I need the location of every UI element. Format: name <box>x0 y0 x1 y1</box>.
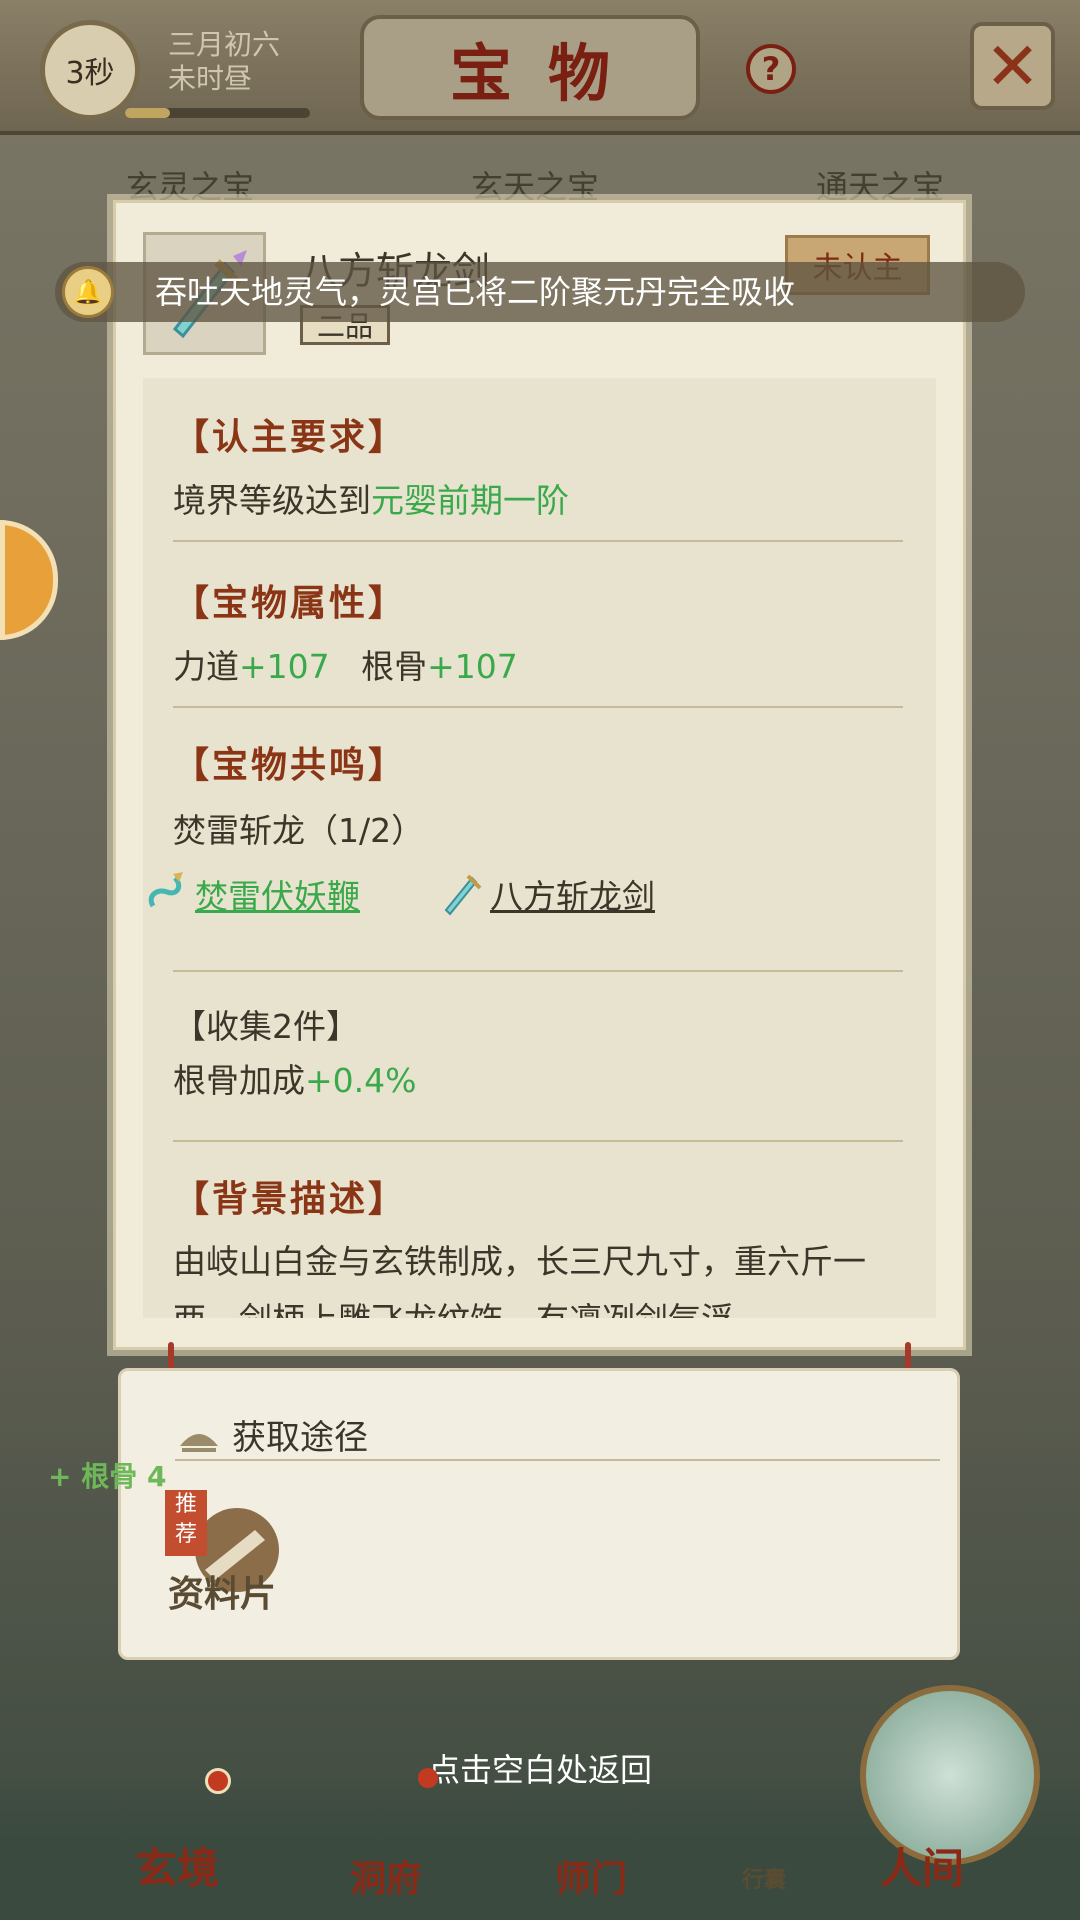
game-date: 三月初六 未时昼 <box>168 28 280 96</box>
attributes-title: 【宝物属性】 <box>173 582 408 624</box>
detail-scroll-area[interactable]: 【认主要求】 境界等级达到元婴前期一阶 【宝物属性】 力道+107 根骨+107… <box>143 378 936 1318</box>
attr-1-name: 力道 <box>173 647 239 686</box>
requirement-prefix: 境界等级达到 <box>173 481 371 520</box>
notification-dot <box>418 1768 438 1788</box>
resonance-link-whip[interactable]: 焚雷伏妖鞭 <box>195 870 360 918</box>
divider <box>175 1459 940 1461</box>
date-line-2: 未时昼 <box>168 62 253 95</box>
bowl-icon <box>180 1434 218 1452</box>
attr-1-value: +107 <box>239 647 330 686</box>
timer-badge: 3秒 <box>40 20 140 120</box>
nav-dongfu[interactable]: 洞府 <box>350 1850 422 1902</box>
background-title: 【背景描述】 <box>173 1178 408 1220</box>
divider <box>173 540 903 542</box>
close-button[interactable]: ✕ <box>970 22 1055 110</box>
nav-shimen[interactable]: 师门 <box>555 1850 627 1902</box>
notification-text: 吞吐天地灵气，灵宫已将二阶聚元丹完全吸收 <box>155 273 796 311</box>
divider <box>173 706 903 708</box>
date-line-1: 三月初六 <box>168 28 281 61</box>
nav-xuanjing[interactable]: 玄境 <box>135 1835 219 1896</box>
whip-icon <box>148 872 183 908</box>
attr-2-name: 根骨 <box>361 647 428 686</box>
requirement-level: 元婴前期一阶 <box>371 481 569 520</box>
nav-xingnang[interactable]: 行囊 <box>742 1862 786 1894</box>
attributes-text: 力道+107 根骨+107 <box>173 640 518 688</box>
resonance-set-name: 焚雷斩龙（1/2） <box>173 811 425 850</box>
recommend-badge: 推荐 <box>165 1490 207 1556</box>
requirement-text: 境界等级达到元婴前期一阶 <box>173 474 569 522</box>
day-progress-fill <box>125 108 170 118</box>
sword-icon <box>444 874 482 916</box>
source-label[interactable]: 资料片 <box>168 1565 276 1617</box>
bonus-value: +0.4% <box>305 1061 417 1100</box>
resonance-title: 【宝物共鸣】 <box>173 744 408 786</box>
background-description: 由岐山白金与玄铁制成，长三尺九寸，重六斤一两，剑柄上雕飞龙纹饰，有凛冽剑气浮 <box>173 1242 866 1318</box>
divider <box>173 1140 903 1142</box>
requirement-title: 【认主要求】 <box>173 416 408 458</box>
divider <box>173 970 903 972</box>
side-bonus-text: + 根骨 4 <box>48 1460 167 1493</box>
attr-2-value: +107 <box>427 647 518 686</box>
help-button[interactable]: ? <box>746 44 796 94</box>
bonus-name: 根骨加成 <box>173 1061 305 1100</box>
nav-renjian[interactable]: 人间 <box>880 1835 964 1896</box>
resonance-link-sword[interactable]: 八方斩龙剑 <box>490 870 655 918</box>
notification-dot <box>205 1768 231 1794</box>
collect-bonus: 根骨加成+0.4% <box>173 1054 417 1102</box>
return-hint: 点击空白处返回 <box>427 1751 652 1789</box>
bell-icon: 🔔 <box>62 266 114 318</box>
collect-title: 【收集2件】 <box>173 1007 359 1046</box>
acquisition-title: 获取途径 <box>232 1418 368 1458</box>
page-title: 宝物 <box>360 15 700 120</box>
